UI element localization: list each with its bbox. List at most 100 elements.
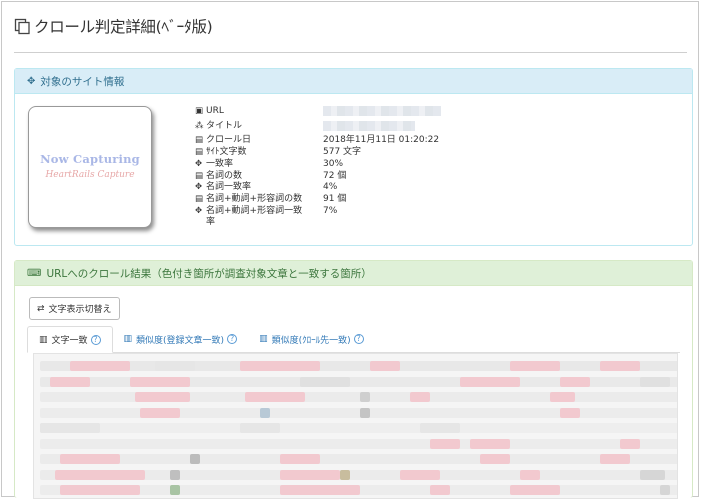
- info-row: ✥ 名詞+動詞+形容詞一致 率 7%: [195, 206, 523, 229]
- bar-chart-icon: ▥: [259, 334, 268, 344]
- match-highlight: [600, 454, 630, 464]
- text-fragment: [40, 454, 677, 464]
- info-label: ✥ 名詞+動詞+形容詞一致 率: [195, 206, 323, 229]
- text-fragment: [360, 392, 370, 402]
- help-icon[interactable]: ?: [353, 334, 364, 344]
- site-info-panel: ✥ 対象のサイト情報 Now Capturing HeartRails Capt…: [14, 68, 693, 246]
- match-highlight: [510, 485, 560, 495]
- match-highlight: [620, 438, 640, 449]
- site-info-header: ✥ 対象のサイト情報: [15, 69, 692, 94]
- text-fragment: [340, 469, 350, 480]
- text-fragment: [40, 407, 677, 418]
- text-fragment: [420, 423, 460, 433]
- crosshair-icon: ✥: [195, 205, 203, 216]
- text-fragment: [190, 454, 200, 464]
- text-fragment: [155, 361, 195, 371]
- site-thumbnail: Now Capturing HeartRails Capture: [28, 106, 152, 228]
- file-icon: ▤: [195, 170, 204, 181]
- thumbnail-caption: Now Capturing: [40, 152, 140, 166]
- file-icon: ▤: [195, 147, 204, 158]
- match-highlight: [135, 392, 190, 402]
- tab-similarity-crawled[interactable]: ▥ 類似度(ｸﾛｰﾙ先一致) ?: [248, 326, 375, 352]
- match-highlight: [510, 361, 560, 371]
- info-label-text: 名詞の数: [206, 170, 243, 181]
- text-fragment: [640, 469, 665, 480]
- info-label-text: 一致率: [206, 158, 234, 169]
- bar-chart-icon: ▥: [39, 334, 48, 345]
- match-highlight: [460, 376, 520, 387]
- info-row: ⁂ タイトル: [195, 120, 523, 136]
- info-label: ▣ URL: [195, 106, 323, 121]
- blurred-text-line: [40, 392, 677, 402]
- redacted-value: [323, 106, 441, 116]
- match-highlight: [430, 438, 460, 449]
- crosshair-icon: ✥: [195, 182, 203, 193]
- info-label: ▤ 名詞+動詞+形容詞の数: [195, 194, 323, 206]
- tab-label: 類似度(登録文章一致): [136, 335, 225, 346]
- info-label: ✥ 名詞一致率: [195, 182, 323, 194]
- match-highlight: [600, 361, 640, 371]
- blurred-text-line: [40, 407, 677, 418]
- tab-label: 類似度(ｸﾛｰﾙ先一致): [271, 335, 351, 346]
- site-info-heading: 対象のサイト情報: [40, 75, 125, 88]
- match-highlight: [280, 485, 360, 495]
- info-label: ▤ クロール日: [195, 135, 323, 147]
- match-highlight: [130, 376, 190, 387]
- site-info-table: ▣ URL ⁂ タイトル ▤ クロール日 2018年11月11日 01:20:22 ▤ ｻｲﾄ文…: [195, 106, 523, 229]
- info-label-text: ｻｲﾄ文字数: [206, 147, 247, 158]
- tab-text-match[interactable]: ▥ 文字一致 ?: [27, 326, 113, 353]
- text-fragment: [660, 485, 670, 495]
- match-highlight: [480, 454, 510, 464]
- page-title: クロール判定詳細(ﾍﾞｰﾀ版): [14, 15, 213, 37]
- text-fragment: [300, 376, 350, 387]
- text-fragment: [170, 485, 180, 495]
- info-value: 577 文字: [323, 147, 362, 158]
- crawl-result-heading: URLへのクロール結果（色付き箇所が調査対象文章と一致する箇所）: [46, 267, 372, 280]
- info-label-text: クロール日: [206, 135, 252, 146]
- info-label: ⁂ タイトル: [195, 121, 323, 136]
- text-display-toggle-button[interactable]: ⇄ 文字表示切替え: [29, 297, 120, 320]
- crosshair-icon: ✥: [195, 158, 203, 169]
- keyboard-icon: ⌨: [27, 267, 42, 279]
- info-value: [323, 120, 523, 136]
- info-label-text: 名詞+動詞+形容詞一致 率: [206, 205, 303, 228]
- match-highlight: [60, 454, 120, 464]
- info-label-text: タイトル: [206, 120, 243, 131]
- tab-similarity-registered[interactable]: ▥ 類似度(登録文章一致) ?: [113, 326, 249, 352]
- match-highlight: [50, 376, 90, 387]
- text-fragment: [40, 361, 677, 371]
- text-fragment: [40, 423, 100, 433]
- info-row: ▤ ｻｲﾄ文字数 577 文字: [195, 147, 523, 159]
- title-divider: [14, 52, 687, 53]
- exchange-icon: ⇄: [37, 303, 45, 314]
- blurred-text-line: [40, 454, 677, 464]
- match-highlight: [240, 361, 320, 371]
- match-highlight: [550, 392, 575, 402]
- page-title-text: クロール判定詳細(ﾍﾞｰﾀ版): [34, 18, 213, 36]
- help-icon[interactable]: ?: [227, 334, 238, 344]
- tab-label: 文字一致: [51, 336, 88, 346]
- text-fragment: [240, 423, 280, 433]
- match-highlight: [400, 469, 440, 480]
- match-highlight: [560, 376, 590, 387]
- text-fragment: [40, 438, 677, 449]
- blurred-text-line: [40, 361, 677, 371]
- info-value: [323, 106, 523, 121]
- text-fragment: [40, 423, 677, 433]
- info-row: ✥ 名詞一致率 4%: [195, 182, 523, 194]
- text-fragment: [170, 469, 180, 480]
- match-highlight: [55, 469, 145, 480]
- info-value: 30%: [323, 158, 344, 169]
- info-row: ▤ 名詞の数 72 個: [195, 171, 523, 183]
- blurred-text-line: [40, 485, 677, 495]
- match-highlight: [430, 485, 450, 495]
- info-value: 2018年11月11日 01:20:22: [323, 135, 440, 146]
- thumbnail-subcaption: HeartRails Capture: [45, 170, 135, 180]
- info-label: ▤ ｻｲﾄ文字数: [195, 147, 323, 159]
- info-row: ▣ URL: [195, 106, 523, 121]
- help-icon[interactable]: ?: [90, 334, 101, 345]
- window-frame: クロール判定詳細(ﾍﾞｰﾀ版) ✥ 対象のサイト情報 Now Capturing…: [1, 1, 699, 499]
- crawl-result-header: ⌨ URLへのクロール結果（色付き箇所が調査対象文章と一致する箇所）: [15, 261, 692, 286]
- match-highlight: [280, 469, 340, 480]
- blurred-text-line: [40, 469, 677, 480]
